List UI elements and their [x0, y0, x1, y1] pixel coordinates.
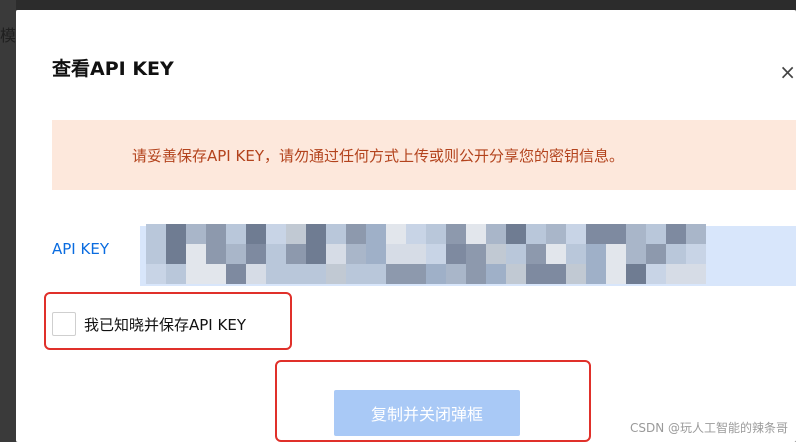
mosaic-cell [166, 244, 186, 264]
mosaic-cell [166, 224, 186, 244]
backdrop-text: 模 [0, 26, 17, 45]
mosaic-cell [446, 264, 466, 284]
mosaic-cell [486, 224, 506, 244]
api-key-label: API KEY [52, 240, 109, 258]
mosaic-cell [186, 224, 206, 244]
mosaic-cell [306, 244, 326, 264]
mosaic-cell [166, 264, 186, 284]
mosaic-cell [686, 224, 706, 244]
ack-checkbox-label[interactable]: 我已知晓并保存API KEY [84, 314, 246, 335]
mosaic-cell [206, 224, 226, 244]
close-icon[interactable]: × [779, 60, 796, 84]
mosaic-cell [506, 244, 526, 264]
mosaic-cell [326, 264, 346, 284]
mosaic-cell [506, 224, 526, 244]
mosaic-cell [566, 244, 586, 264]
watermark: CSDN @玩人工智能的辣条哥 [629, 421, 788, 435]
mosaic-cell [466, 264, 486, 284]
mosaic-cell [346, 264, 366, 284]
mosaic-cell [546, 264, 566, 284]
mosaic-cell [426, 264, 446, 284]
mosaic-cell [686, 244, 706, 264]
ack-checkbox-row[interactable]: 我已知晓并保存API KEY [52, 312, 246, 336]
mosaic-cell [226, 264, 246, 284]
api-key-dialog: 查看API KEY × 请妥善保存API KEY，请勿通过任何方式上传或则公开分… [16, 10, 796, 442]
mosaic-cell [226, 224, 246, 244]
mosaic-cell [626, 244, 646, 264]
mosaic-cell [646, 244, 666, 264]
warning-text: 请妥善保存API KEY，请勿通过任何方式上传或则公开分享您的密钥信息。 [132, 146, 624, 165]
mosaic-cell [386, 244, 406, 264]
mosaic-cell [286, 244, 306, 264]
mosaic-cell [646, 264, 666, 284]
mosaic-cell [406, 224, 426, 244]
mosaic-cell [186, 264, 206, 284]
mosaic-cell [526, 224, 546, 244]
mosaic-cell [306, 224, 326, 244]
mosaic-cell [446, 244, 466, 264]
ack-checkbox[interactable] [52, 312, 76, 336]
mosaic-cell [246, 224, 266, 244]
mosaic-cell [226, 244, 246, 264]
mosaic-cell [186, 244, 206, 264]
mosaic-cell [326, 244, 346, 264]
mosaic-cell [666, 264, 686, 284]
mosaic-cell [526, 264, 546, 284]
copy-and-close-button[interactable]: 复制并关闭弹框 [334, 390, 520, 436]
mosaic-cell [586, 224, 606, 244]
mosaic-cell [386, 224, 406, 244]
mosaic-cell [206, 264, 226, 284]
mosaic-cell [366, 224, 386, 244]
mosaic-cell [266, 264, 286, 284]
mosaic-cell [326, 224, 346, 244]
backdrop-topbar [0, 0, 796, 10]
mosaic-cell [606, 224, 626, 244]
mosaic-cell [486, 264, 506, 284]
mosaic-cell [206, 244, 226, 264]
mosaic-cell [366, 244, 386, 264]
backdrop-page: 模 [0, 0, 16, 442]
mosaic-cell [666, 244, 686, 264]
mosaic-cell [246, 244, 266, 264]
mosaic-cell [346, 244, 366, 264]
mosaic-cell [146, 244, 166, 264]
mosaic-cell [646, 224, 666, 244]
mosaic-cell [626, 264, 646, 284]
mosaic-cell [406, 244, 426, 264]
mosaic-cell [286, 264, 306, 284]
mosaic-cell [606, 244, 626, 264]
mosaic-cell [486, 244, 506, 264]
mosaic-cell [306, 264, 326, 284]
mosaic-cell [266, 244, 286, 264]
mosaic-cell [446, 224, 466, 244]
mosaic-cell [386, 264, 406, 284]
mosaic-cell [466, 244, 486, 264]
mosaic-cell [666, 224, 686, 244]
api-key-redacted-mosaic [146, 224, 706, 284]
mosaic-cell [606, 264, 626, 284]
mosaic-cell [586, 264, 606, 284]
mosaic-cell [546, 224, 566, 244]
mosaic-cell [266, 224, 286, 244]
mosaic-cell [426, 224, 446, 244]
mosaic-cell [626, 224, 646, 244]
mosaic-cell [406, 264, 426, 284]
mosaic-cell [286, 224, 306, 244]
mosaic-cell [466, 224, 486, 244]
mosaic-cell [366, 264, 386, 284]
mosaic-cell [426, 244, 446, 264]
mosaic-cell [506, 264, 526, 284]
mosaic-cell [146, 264, 166, 284]
warning-banner: 请妥善保存API KEY，请勿通过任何方式上传或则公开分享您的密钥信息。 [52, 120, 796, 190]
mosaic-cell [146, 224, 166, 244]
mosaic-cell [566, 264, 586, 284]
mosaic-cell [346, 224, 366, 244]
mosaic-cell [526, 244, 546, 264]
mosaic-cell [546, 244, 566, 264]
dialog-title: 查看API KEY [52, 58, 174, 80]
mosaic-cell [586, 244, 606, 264]
mosaic-cell [686, 264, 706, 284]
mosaic-cell [566, 224, 586, 244]
mosaic-cell [246, 264, 266, 284]
